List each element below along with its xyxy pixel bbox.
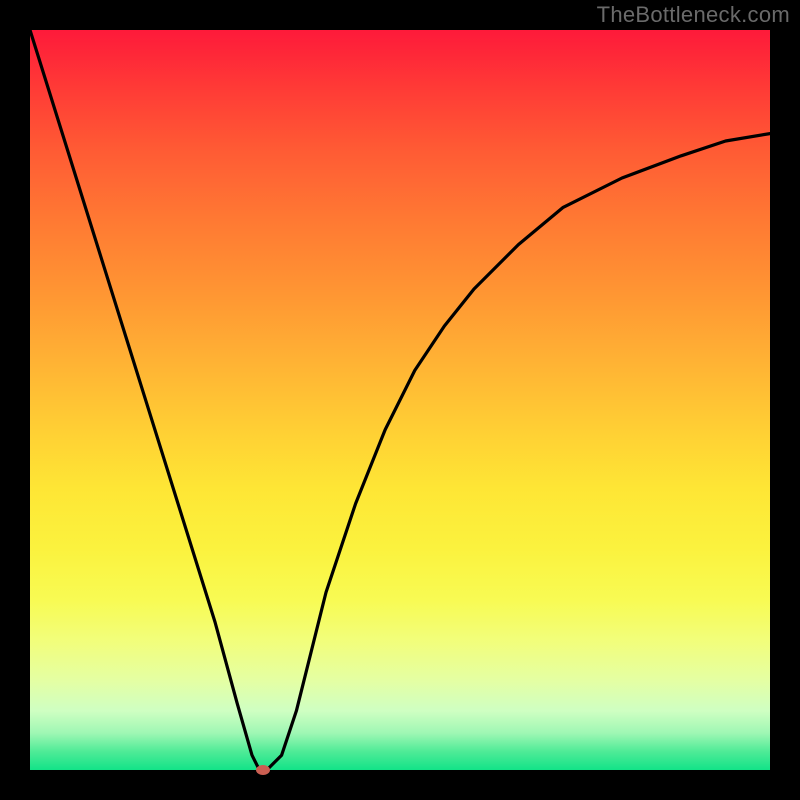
optimal-point-marker xyxy=(256,765,270,775)
chart-frame: TheBottleneck.com xyxy=(0,0,800,800)
bottleneck-curve xyxy=(30,30,770,770)
plot-outer xyxy=(30,30,770,770)
watermark-text: TheBottleneck.com xyxy=(597,2,790,28)
